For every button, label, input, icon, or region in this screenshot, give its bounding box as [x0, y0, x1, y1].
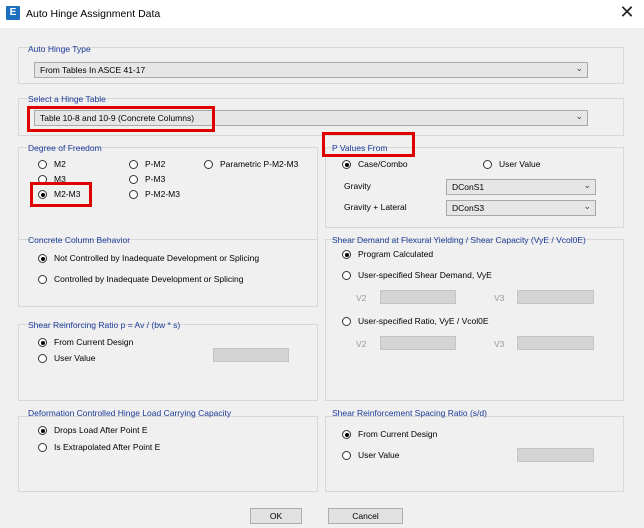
chevron-down-icon: ⌄: [583, 181, 591, 191]
gravity-lateral-select[interactable]: DConS3 ⌄: [446, 200, 596, 216]
radio-label: Program Calculated: [358, 249, 434, 259]
radio-circle-icon[interactable]: [38, 443, 47, 452]
shear-demand-label: Shear Demand at Flexural Yielding / Shea…: [332, 235, 586, 245]
highlight-box: [27, 106, 215, 132]
radio-label: User-specified Ratio, VyE / Vcol0E: [358, 316, 489, 326]
radio-label: M2: [54, 159, 66, 169]
concrete-behavior-label: Concrete Column Behavior: [28, 235, 131, 245]
radio-circle-icon[interactable]: [38, 426, 47, 435]
radio-circle-icon[interactable]: [342, 451, 351, 460]
gravity-select[interactable]: DConS1 ⌄: [446, 179, 596, 195]
ratio-user-value-input[interactable]: [213, 348, 289, 362]
v2-label: V2: [356, 293, 367, 303]
radio-label: Not Controlled by Inadequate Development…: [54, 253, 260, 263]
auto-hinge-type-label: Auto Hinge Type: [28, 44, 91, 54]
highlight-box: [322, 132, 415, 157]
dof-label: Degree of Freedom: [28, 143, 102, 153]
highlight-box: [30, 182, 92, 207]
radio-label: P-M3: [145, 174, 166, 184]
radio-label: Case/Combo: [358, 159, 408, 169]
radio-circle-icon[interactable]: [204, 160, 213, 169]
gravity-lateral-label: Gravity + Lateral: [344, 202, 407, 212]
auto-hinge-type-value: From Tables In ASCE 41-17: [40, 65, 146, 75]
deformation-label: Deformation Controlled Hinge Load Carryi…: [28, 408, 232, 418]
app-icon: E: [6, 6, 20, 20]
radio-label: User Value: [499, 159, 541, 169]
radio-label: Parametric P-M2-M3: [220, 159, 299, 169]
radio-circle-icon[interactable]: [483, 160, 492, 169]
radio-circle-icon[interactable]: [342, 271, 351, 280]
window-title: Auto Hinge Assignment Data: [26, 8, 161, 20]
v3-ratio-label: V3: [494, 339, 505, 349]
v2-ratio-input[interactable]: [380, 336, 456, 350]
radio-label: Is Extrapolated After Point E: [54, 442, 161, 452]
radio-label: Controlled by Inadequate Development or …: [54, 274, 244, 284]
v3-demand-input[interactable]: [517, 290, 594, 304]
radio-circle-icon[interactable]: [342, 317, 351, 326]
radio-circle-icon[interactable]: [38, 254, 47, 263]
dialog-client: Auto Hinge Type From Tables In ASCE 41-1…: [10, 32, 632, 524]
radio-label: User Value: [358, 450, 400, 460]
concrete-behavior-group: [18, 239, 318, 307]
radio-circle-icon[interactable]: [342, 250, 351, 259]
v3-ratio-input[interactable]: [517, 336, 594, 350]
hinge-table-label: Select a Hinge Table: [28, 94, 106, 104]
v2-demand-input[interactable]: [380, 290, 456, 304]
radio-circle-icon[interactable]: [38, 160, 47, 169]
radio-label: From Current Design: [358, 429, 438, 439]
v2-ratio-label: V2: [356, 339, 367, 349]
cancel-button[interactable]: Cancel: [328, 508, 403, 524]
radio-label: User Value: [54, 353, 96, 363]
radio-label: Drops Load After Point E: [54, 425, 148, 435]
radio-circle-icon[interactable]: [342, 430, 351, 439]
close-icon[interactable]: ✕: [614, 2, 640, 24]
radio-circle-icon[interactable]: [38, 354, 47, 363]
radio-label: User-specified Shear Demand, VyE: [358, 270, 492, 280]
radio-circle-icon[interactable]: [129, 175, 138, 184]
title-bar: E Auto Hinge Assignment Data ✕: [0, 0, 644, 28]
radio-circle-icon[interactable]: [129, 190, 138, 199]
chevron-down-icon: ⌄: [583, 202, 591, 212]
spacing-user-value-input[interactable]: [517, 448, 594, 462]
gravity-value: DConS1: [452, 182, 485, 192]
radio-label: From Current Design: [54, 337, 134, 347]
gravity-lateral-value: DConS3: [452, 203, 485, 213]
chevron-down-icon: ⌄: [575, 112, 583, 122]
radio-label: P-M2-M3: [145, 189, 180, 199]
radio-circle-icon[interactable]: [129, 160, 138, 169]
radio-circle-icon[interactable]: [38, 275, 47, 284]
shear-ratio-label: Shear Reinforcing Ratio p = Av / (bw * s…: [28, 320, 181, 330]
radio-label: P-M2: [145, 159, 166, 169]
radio-circle-icon[interactable]: [38, 338, 47, 347]
radio-circle-icon[interactable]: [342, 160, 351, 169]
auto-hinge-type-select[interactable]: From Tables In ASCE 41-17 ⌄: [34, 62, 588, 78]
v3-label: V3: [494, 293, 505, 303]
spacing-label: Shear Reinforcement Spacing Ratio (s/d): [332, 408, 487, 418]
gravity-label: Gravity: [344, 181, 371, 191]
chevron-down-icon: ⌄: [575, 64, 583, 74]
ok-button[interactable]: OK: [250, 508, 302, 524]
